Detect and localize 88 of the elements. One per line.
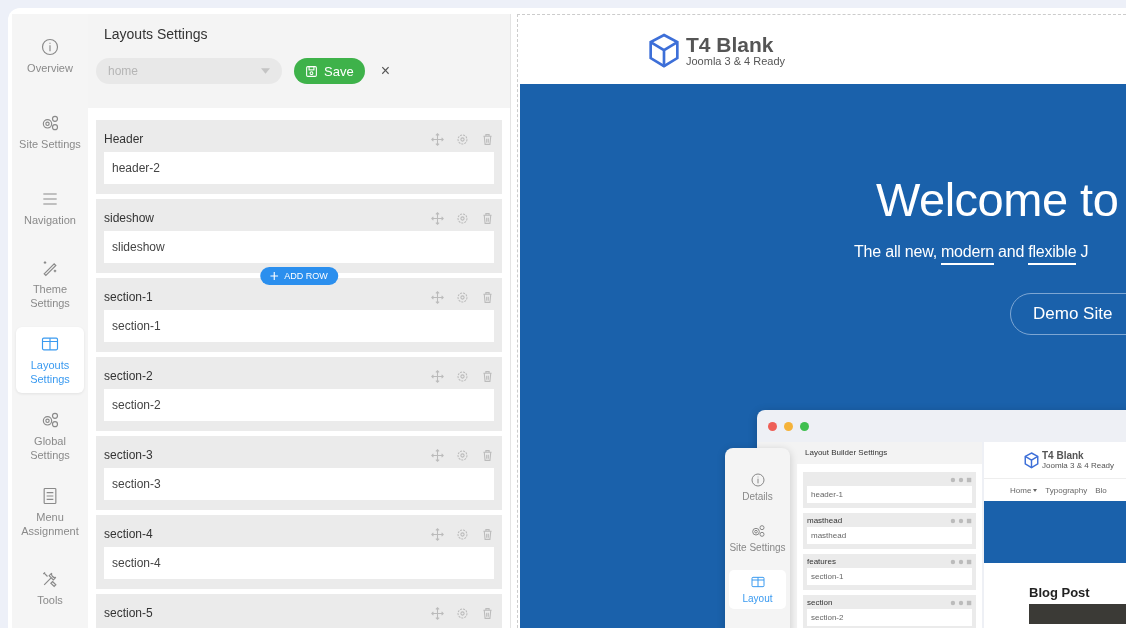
settings-icon[interactable]: [456, 369, 469, 383]
row-actions-icon: [950, 599, 972, 606]
window-minimize-dot: [784, 421, 793, 431]
row-name-field: masthead: [807, 527, 972, 544]
row-title: section-2: [104, 369, 154, 383]
add-row-button[interactable]: ADD ROW: [260, 267, 338, 285]
sidebar-item[interactable]: Layouts Settings: [16, 327, 84, 393]
row-title: Header: [104, 132, 145, 146]
row-name-field[interactable]: section-4: [104, 547, 494, 579]
row-title: section: [807, 598, 834, 607]
move-icon[interactable]: [431, 448, 444, 462]
row-title: section-5: [104, 606, 154, 620]
sidebar-item[interactable]: Overview: [16, 23, 84, 89]
window-close-dot: [768, 421, 777, 431]
row-title: section-3: [104, 448, 154, 462]
trash-icon[interactable]: [481, 211, 494, 225]
panel-title: Layouts Settings: [103, 26, 209, 42]
hero-subtitle-text: J: [1080, 243, 1089, 262]
gears-icon: [40, 113, 60, 133]
cube-logo-icon: [648, 32, 680, 69]
hero-subtitle-text: flexible: [1028, 243, 1077, 265]
trash-icon[interactable]: [481, 448, 494, 462]
info-icon: [40, 37, 60, 57]
settings-icon[interactable]: [456, 132, 469, 146]
move-icon[interactable]: [431, 369, 444, 383]
move-icon[interactable]: [431, 527, 444, 541]
row-title: sideshow: [104, 211, 156, 225]
row-actions-icon: [950, 517, 972, 524]
sidebar-item[interactable]: Navigation: [16, 175, 84, 241]
window-maximize-dot: [800, 421, 809, 431]
row-name-field[interactable]: section-3: [104, 468, 494, 500]
hero-subtitle-text: The all new,: [854, 243, 937, 262]
row-actions-icon: [950, 476, 972, 483]
blog-heading: Blog Post: [1028, 585, 1091, 600]
trash-icon[interactable]: [481, 606, 494, 620]
nav-link[interactable]: Home: [1010, 485, 1038, 495]
sidebar-item[interactable]: Layout: [729, 570, 786, 609]
trash-icon[interactable]: [481, 369, 494, 383]
sidebar-item[interactable]: Site Settings: [16, 99, 84, 165]
row-title: section-4: [104, 527, 154, 541]
hero-subtitle-text: and: [998, 243, 1025, 262]
trash-icon[interactable]: [481, 290, 494, 304]
save-button[interactable]: Save: [294, 58, 365, 84]
plus-icon: [270, 272, 279, 280]
sidebar-item[interactable]: Global Settings: [16, 403, 84, 469]
row-title: section-1: [104, 290, 154, 304]
move-icon[interactable]: [431, 290, 444, 304]
nav-link[interactable]: Typography: [1045, 485, 1088, 495]
row-name-field: section-2: [807, 609, 972, 626]
move-icon[interactable]: [431, 132, 444, 146]
row-name-field[interactable]: section-2: [104, 389, 494, 421]
settings-icon[interactable]: [456, 448, 469, 462]
sidebar-item[interactable]: Site Settings: [729, 519, 786, 558]
trash-icon[interactable]: [481, 132, 494, 146]
hero-subtitle-text: modern: [941, 243, 995, 265]
settings-icon[interactable]: [456, 606, 469, 620]
logo-name: T4 Blank: [686, 34, 775, 55]
panel-title: Layout Builder Settings: [797, 442, 982, 464]
row-title: masthead: [807, 516, 844, 525]
cube-logo-icon: [1024, 451, 1039, 469]
row-name-field[interactable]: slideshow: [104, 231, 494, 263]
row-name-field: header-1: [807, 486, 972, 503]
caret-icon: [261, 68, 270, 74]
nav-link[interactable]: Blo: [1095, 485, 1107, 495]
logo-tagline: Joomla 3 & 4 Ready: [686, 54, 786, 67]
row-name-field: section-1: [807, 568, 972, 585]
row-name-field[interactable]: header-2: [104, 152, 494, 184]
sidebar-item[interactable]: Details: [729, 468, 786, 507]
logo-name: T4 Blank: [1042, 450, 1085, 461]
info-icon: [749, 472, 766, 488]
logo-tagline: Joomla 3 & 4 Ready: [1042, 460, 1115, 470]
sidebar-item[interactable]: Theme Settings: [16, 251, 84, 317]
trash-icon[interactable]: [481, 527, 494, 541]
settings-icon[interactable]: [456, 527, 469, 541]
columns-icon: [749, 574, 766, 590]
row-name-field[interactable]: section-1: [104, 310, 494, 342]
sidebar-item[interactable]: Menu Assignment: [16, 479, 84, 545]
move-icon[interactable]: [431, 606, 444, 620]
hero-headline: Welcome to: [876, 172, 1120, 227]
settings-icon[interactable]: [456, 211, 469, 225]
gears-icon: [749, 523, 766, 539]
row-actions-icon: [950, 558, 972, 565]
row-title: features: [807, 557, 837, 566]
settings-icon[interactable]: [456, 290, 469, 304]
gears-icon: [40, 410, 60, 430]
move-icon[interactable]: [431, 211, 444, 225]
sidebar-item[interactable]: Tools: [16, 555, 84, 621]
close-button[interactable]: ×: [376, 62, 394, 80]
